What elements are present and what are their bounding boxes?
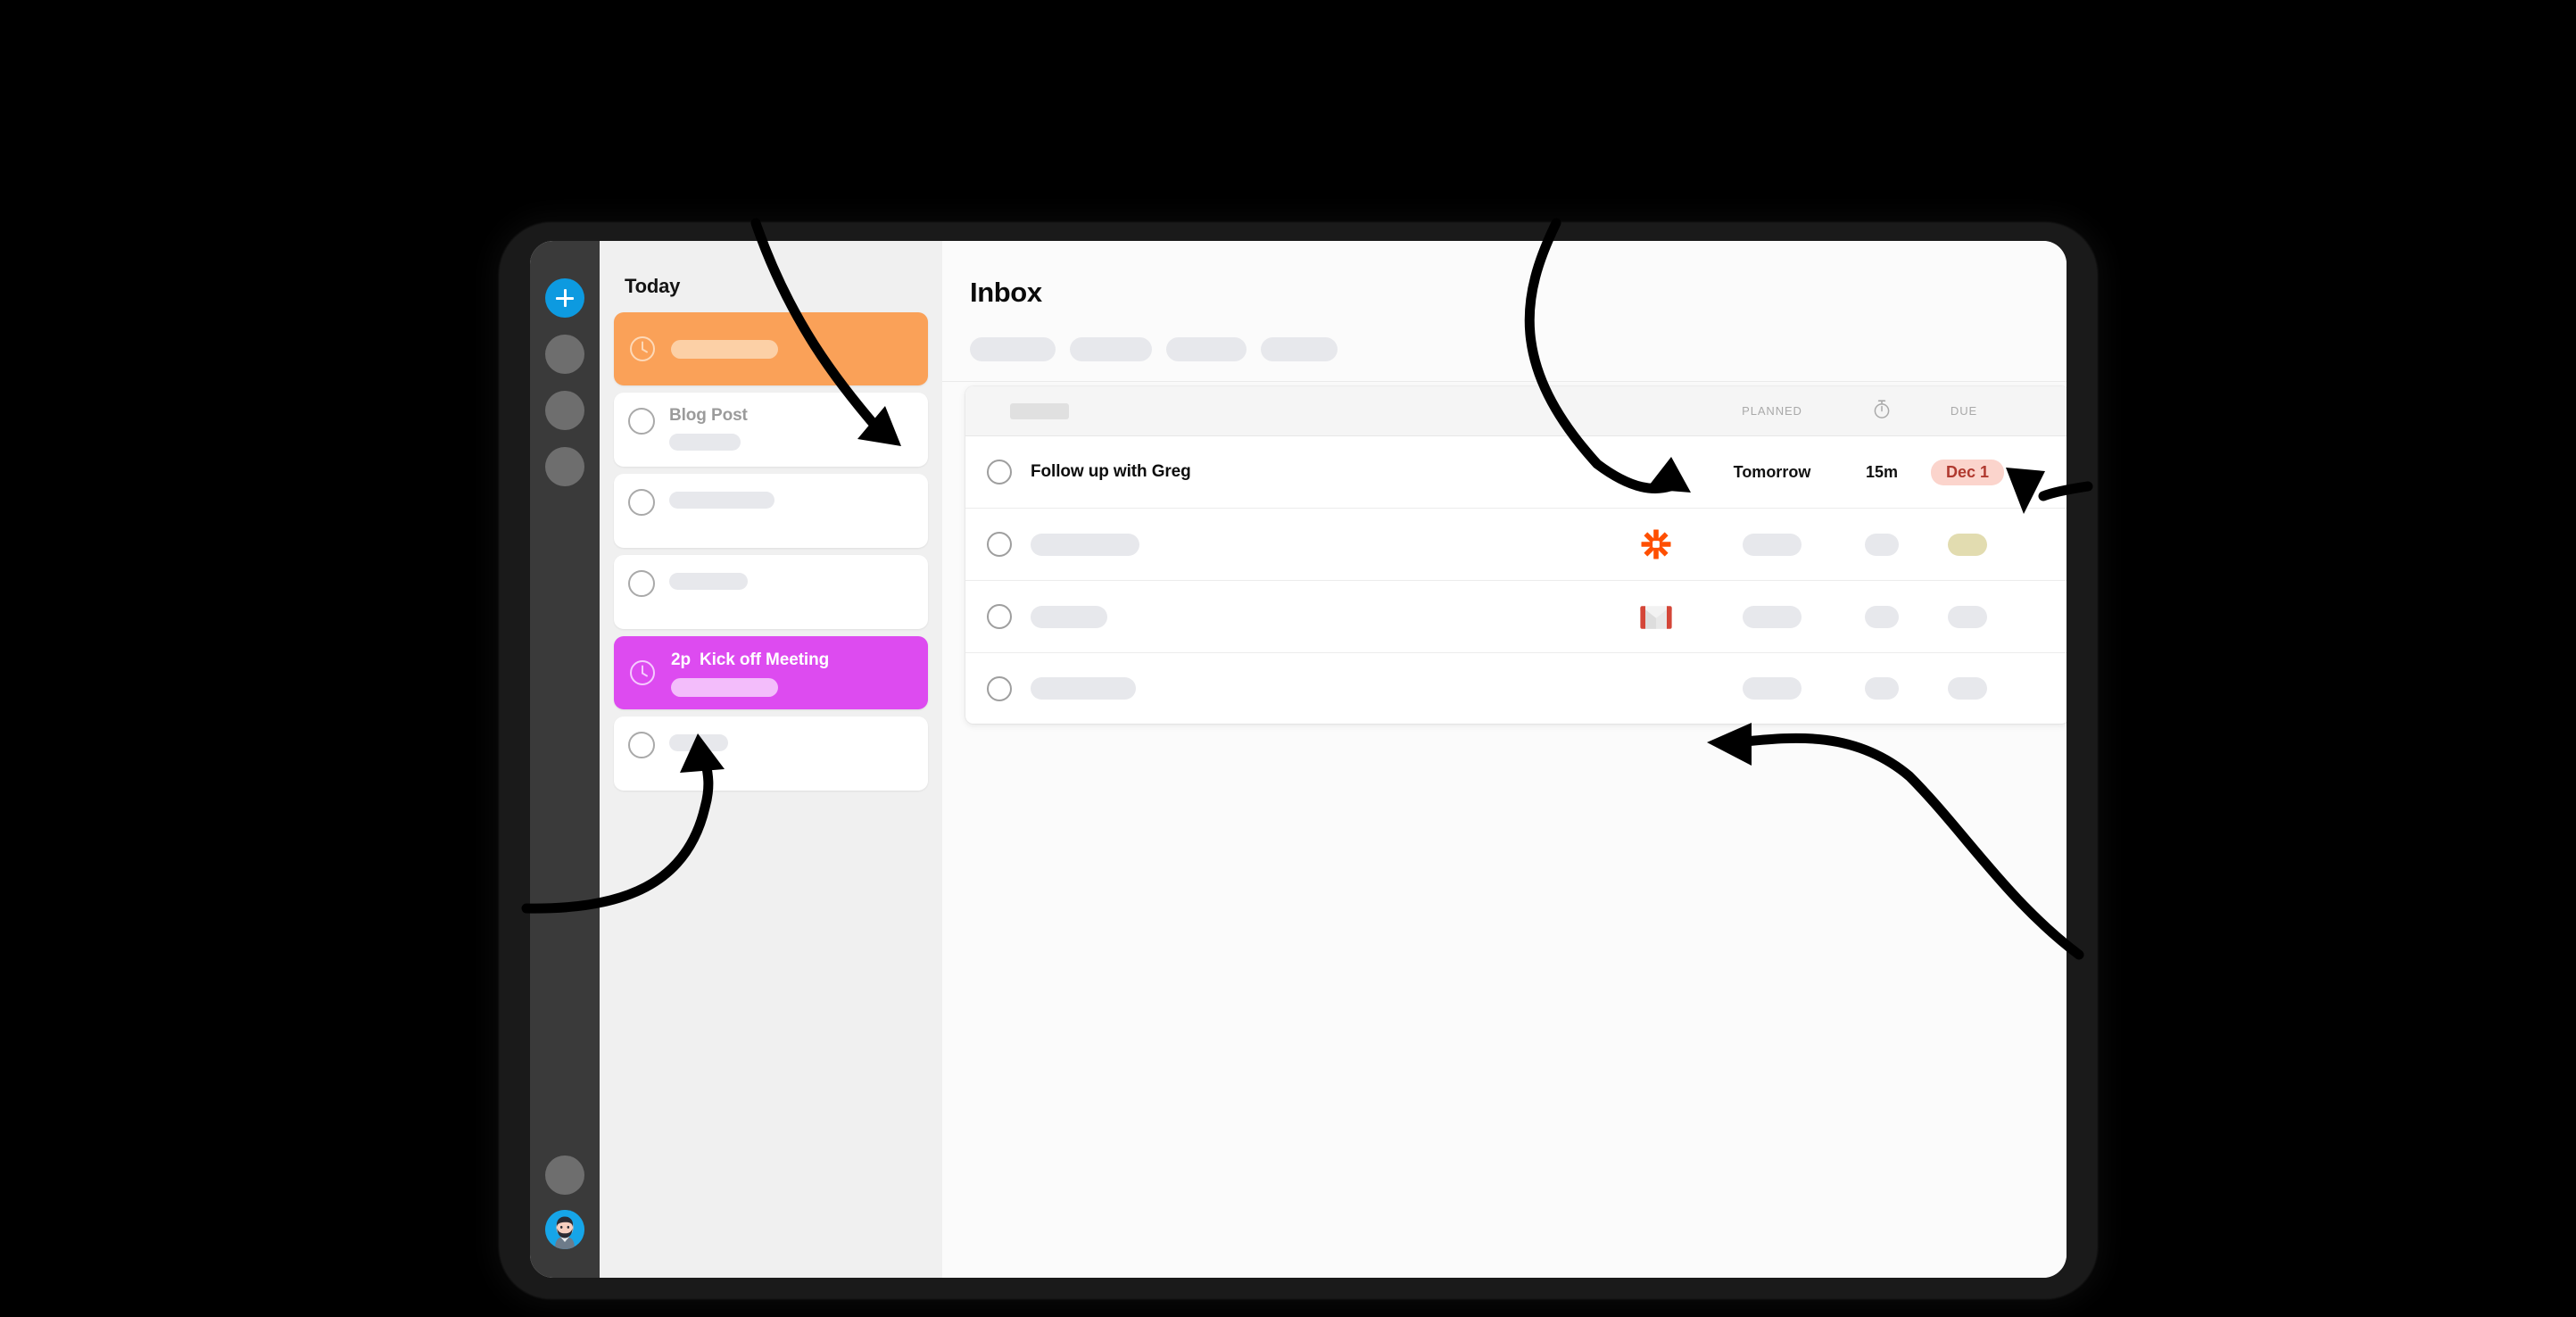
due-placeholder-pill [1948, 605, 1987, 628]
card-body: Blog Post [669, 405, 914, 451]
column-header-name-skeleton [1010, 402, 1069, 419]
timer-placeholder-pill [1865, 677, 1899, 700]
cell-due[interactable] [1918, 533, 2017, 556]
timer-placeholder-pill [1865, 605, 1899, 628]
card-skeleton [671, 340, 778, 359]
filter-chip-row [970, 337, 2067, 361]
nav-dot-2[interactable] [545, 391, 584, 430]
left-nav-rail [530, 241, 600, 1278]
cell-timer[interactable] [1858, 605, 1906, 628]
table-row[interactable] [965, 653, 2067, 724]
cell-due[interactable] [1918, 677, 2017, 700]
clock-icon [628, 335, 657, 363]
cell-planned[interactable] [1715, 677, 1829, 700]
cell-timer[interactable] [1858, 677, 1906, 700]
nav-dot-1[interactable] [545, 335, 584, 374]
due-placeholder-pill [1948, 677, 1987, 700]
card-skeleton [669, 492, 774, 509]
card-title-text: Kick off Meeting [699, 650, 830, 669]
circle-checkbox-icon[interactable] [987, 675, 1012, 701]
main-header: Inbox [942, 241, 2067, 382]
planned-placeholder-pill [1743, 605, 1802, 628]
circle-checkbox-icon[interactable] [987, 604, 1012, 629]
card-skeleton [669, 734, 728, 751]
clock-icon [628, 658, 657, 687]
due-placeholder-pill [1948, 533, 1987, 556]
cell-planned[interactable] [1715, 605, 1829, 628]
circle-checkbox-icon[interactable] [628, 570, 655, 597]
filter-chip-2[interactable] [1070, 337, 1152, 361]
gmail-icon [1640, 601, 1672, 633]
circle-checkbox-icon[interactable] [987, 532, 1012, 557]
row-title-skeleton [1031, 605, 1107, 628]
today-card-placeholder-1[interactable] [614, 474, 928, 548]
cell-due[interactable] [1918, 605, 2017, 628]
avatar[interactable] [545, 1210, 584, 1249]
today-panel: Today Blog Post 2p Kick off Meeting [600, 241, 942, 1278]
settings-dot[interactable] [545, 1155, 584, 1195]
plus-icon [555, 288, 575, 308]
today-card-placeholder-3[interactable] [614, 716, 928, 791]
circle-checkbox-icon[interactable] [628, 732, 655, 758]
card-title: Blog Post [669, 406, 748, 425]
cell-planned[interactable]: Tomorrow [1715, 463, 1829, 482]
page-title: Inbox [970, 277, 1042, 308]
card-body: 2p Kick off Meeting [671, 650, 914, 697]
cell-planned[interactable] [1715, 533, 1829, 556]
rail-top-group [530, 241, 600, 486]
cell-due[interactable]: Dec 1 [1918, 459, 2017, 485]
due-badge: Dec 1 [1930, 459, 2005, 485]
card-body [669, 729, 914, 751]
row-title: Follow up with Greg [1031, 462, 1191, 481]
column-header-due[interactable]: DUE [1915, 404, 2013, 418]
today-card-event-kickoff[interactable]: 2p Kick off Meeting [614, 636, 928, 709]
card-skeleton [669, 434, 741, 451]
row-title-skeleton [1031, 677, 1136, 700]
card-body [669, 486, 914, 509]
avatar-illustration [545, 1210, 584, 1249]
today-card-event-orange[interactable] [614, 312, 928, 385]
circle-checkbox-icon[interactable] [987, 460, 1012, 485]
main-panel: Inbox PLANNED DUE Follow up with Greg To… [942, 241, 2067, 1278]
planned-placeholder-pill [1743, 677, 1802, 700]
table-row[interactable] [965, 509, 2067, 581]
filter-chip-1[interactable] [970, 337, 1056, 361]
nav-dot-3[interactable] [545, 447, 584, 486]
task-table: PLANNED DUE Follow up with Greg Tomorrow… [965, 386, 2067, 724]
row-title-skeleton [1031, 533, 1139, 556]
card-body [671, 339, 914, 359]
column-header-planned[interactable]: PLANNED [1715, 404, 1829, 418]
today-heading: Today [625, 275, 681, 297]
table-header-row: PLANNED DUE [965, 386, 2067, 436]
card-body [669, 567, 914, 590]
circle-checkbox-icon[interactable] [628, 489, 655, 516]
table-row[interactable]: Follow up with Greg Tomorrow 15m Dec 1 [965, 436, 2067, 509]
zapier-icon [1640, 528, 1672, 560]
card-time: 2p [671, 650, 691, 669]
add-button[interactable] [545, 278, 584, 318]
app-window: Today Blog Post 2p Kick off Meeting Inbo… [530, 241, 2067, 1278]
card-skeleton [669, 573, 748, 590]
table-row[interactable] [965, 581, 2067, 653]
card-title: 2p Kick off Meeting [671, 650, 914, 670]
cell-timer[interactable]: 15m [1858, 463, 1906, 482]
card-skeleton [671, 677, 778, 697]
timer-placeholder-pill [1865, 533, 1899, 556]
today-card-placeholder-2[interactable] [614, 555, 928, 629]
rail-bottom-group [530, 1155, 600, 1249]
today-card-blog-post[interactable]: Blog Post [614, 393, 928, 467]
cell-timer[interactable] [1858, 533, 1906, 556]
planned-placeholder-pill [1743, 533, 1802, 556]
stopwatch-icon [1861, 398, 1902, 424]
filter-chip-3[interactable] [1166, 337, 1247, 361]
circle-checkbox-icon[interactable] [628, 408, 655, 435]
filter-chip-4[interactable] [1261, 337, 1338, 361]
